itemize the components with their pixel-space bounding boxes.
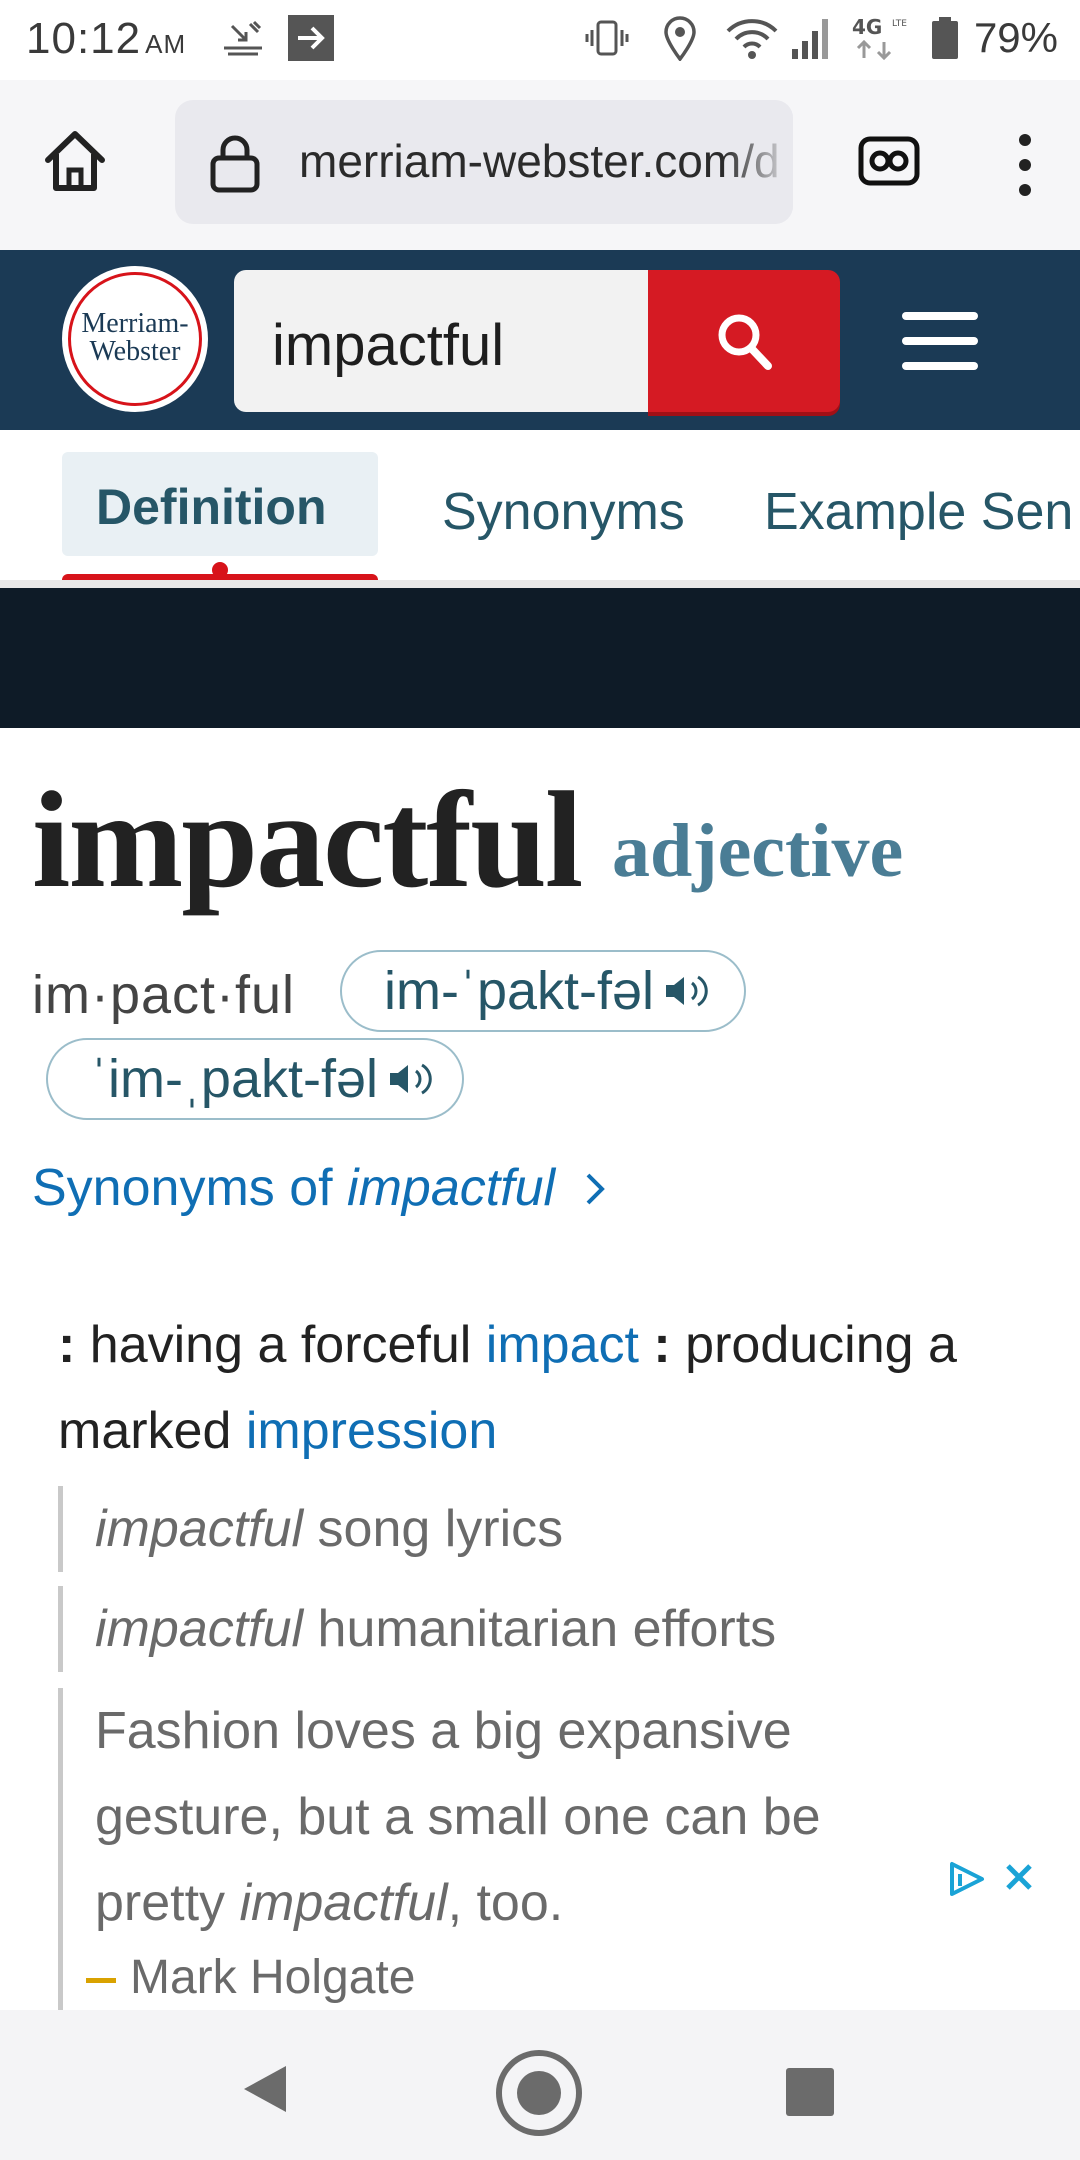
speaker-icon [666,975,708,1007]
lock-icon[interactable] [209,134,261,194]
address-bar[interactable]: merriam-webster.com/d [175,100,793,224]
part-of-speech[interactable]: adjective [612,808,903,895]
system-nav-bar [0,2010,1080,2160]
pronunciation-button-2[interactable]: ˈim-ˌpakt-fəl [46,1038,464,1120]
logo-line-1: Merriam- [81,308,189,339]
download-notification-icon [218,12,268,64]
url-text[interactable]: merriam-webster.com/d [299,134,780,188]
xref-impact-link[interactable]: impact [486,1316,639,1374]
back-icon[interactable] [240,2062,290,2116]
example-1: impactful song lyrics [58,1486,563,1572]
forward-notification-icon [288,12,334,64]
chevron-right-icon [586,1173,605,1205]
vibrate-icon [584,12,630,64]
pronunciation-button-1[interactable]: im-ˈpakt-fəl [340,950,746,1032]
example-3-text-end: , too. [447,1874,564,1932]
tabs-divider [0,580,1080,588]
hamburger-menu-icon[interactable] [900,308,980,374]
synonyms-link[interactable]: Synonyms of impactful [32,1158,610,1218]
definition-part-1: having a forceful [75,1316,486,1374]
close-icon[interactable] [1006,1864,1032,1890]
example-1-keyword: impactful [95,1500,304,1558]
home-button-icon[interactable] [494,2048,584,2138]
recents-icon[interactable] [786,2068,834,2116]
tab-example-sentences[interactable]: Example Sen [764,482,1073,542]
synonyms-link-word: impactful [347,1159,556,1217]
example-2-text: humanitarian efforts [303,1600,777,1658]
status-time-ampm: AM [145,29,187,59]
search-icon [718,314,772,370]
svg-text:LTE: LTE [892,19,907,29]
example-2-keyword: impactful [95,1600,304,1658]
example-2: impactful humanitarian efforts [58,1586,776,1672]
citation-author: Mark Holgate [130,1951,416,2004]
site-header: Merriam- Webster impactful [0,250,1080,430]
citation-dash [86,1977,116,1983]
browser-toolbar: merriam-webster.com/d [0,80,1080,250]
example-3-keyword: impactful [239,1874,448,1932]
tab-definition[interactable]: Definition [62,452,378,556]
logo-line-2: Webster [89,336,181,367]
synonyms-link-prefix: Synonyms of [32,1159,348,1217]
home-icon[interactable] [40,126,110,196]
example-1-text: song lyrics [303,1500,564,1558]
ad-choices[interactable] [946,1856,1040,1902]
definition-text: : having a forceful impact : producing a… [58,1302,1038,1474]
entry-tabs: Definition Synonyms Example Sen [0,430,1080,588]
battery-icon [930,12,960,64]
tab-synonyms[interactable]: Synonyms [442,482,685,542]
pronunciation-text-2: ˈim-ˌpakt-fəl [90,1049,379,1109]
battery-percent: 79% [973,14,1058,61]
pronunciation-text-1: im-ˈpakt-fəl [384,961,655,1021]
signal-icon [790,12,834,64]
definition-colon-2: : [638,1316,671,1374]
ad-banner [0,588,1080,728]
xref-impression-link[interactable]: impression [246,1402,497,1460]
network-4g-icon: 4G LTE [850,12,908,64]
more-menu-icon[interactable] [1010,130,1040,200]
merriam-webster-logo[interactable]: Merriam- Webster [62,266,208,412]
adchoices-icon [950,1862,984,1896]
syllables: im·pact·ful [32,965,296,1025]
definition-colon: : [58,1316,76,1374]
speaker-icon [390,1063,432,1095]
logo-text: Merriam- Webster [62,310,208,366]
status-time-value: 10:12 [26,14,142,63]
active-tab-indicator-nub [212,562,228,578]
status-time: 10:12 AM [26,14,186,64]
url-fade [723,100,793,224]
search-input-value[interactable]: impactful [272,312,504,379]
headword: impactful [32,763,583,916]
search-input[interactable]: impactful [234,270,648,412]
svg-text:4G: 4G [852,15,882,39]
search-button[interactable] [648,270,840,412]
incognito-tabs-icon[interactable] [858,136,920,186]
location-icon [662,12,698,64]
status-bar: 10:12 AM 4G LTE 79% [0,0,1080,80]
example-citation: Mark Holgate [86,1950,415,2005]
tab-definition-label: Definition [96,479,327,535]
wifi-icon [724,12,780,64]
